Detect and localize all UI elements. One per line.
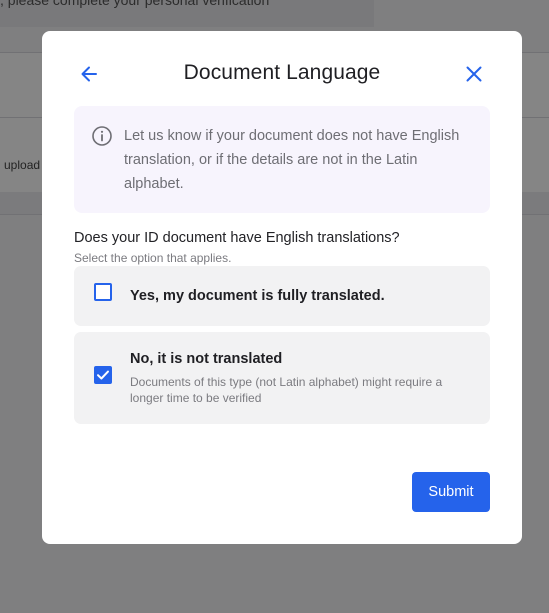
- document-language-dialog: Document Language Let us know if your do…: [42, 31, 522, 544]
- dialog-title: Document Language: [183, 61, 381, 84]
- option-fully-translated[interactable]: Yes, my document is fully translated.: [74, 266, 490, 326]
- close-button[interactable]: [463, 63, 485, 85]
- question-hint: Select the option that applies.: [74, 251, 232, 265]
- info-text: Let us know if your document does not ha…: [124, 128, 460, 192]
- option-title: Yes, my document is fully translated.: [130, 288, 385, 304]
- dialog-header: Document Language: [42, 31, 522, 117]
- option-title: No, it is not translated: [130, 351, 283, 367]
- question-label: Does your ID document have English trans…: [74, 230, 400, 246]
- submit-button[interactable]: Submit: [412, 472, 490, 512]
- option-description: Documents of this type (not Latin alphab…: [130, 375, 443, 405]
- info-notice: Let us know if your document does not ha…: [74, 106, 490, 213]
- checkmark-icon: [97, 370, 109, 380]
- close-icon: [466, 66, 482, 82]
- option-not-translated[interactable]: No, it is not translated Documents of th…: [74, 332, 490, 424]
- info-icon: [91, 125, 113, 147]
- checkbox-unchecked[interactable]: [94, 283, 112, 301]
- checkbox-checked[interactable]: [94, 366, 112, 384]
